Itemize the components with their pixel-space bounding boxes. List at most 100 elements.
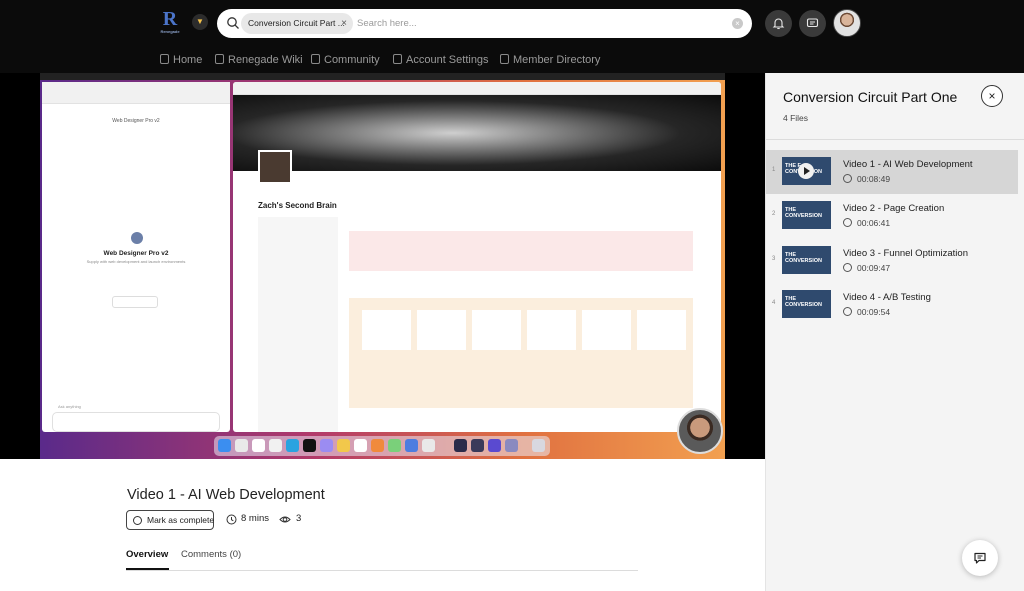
dock-chatgpt-icon xyxy=(303,439,316,452)
search-filter-chip[interactable]: Conversion Circuit Part ... × xyxy=(241,13,353,34)
notifications-button[interactable] xyxy=(765,10,792,37)
clock-icon xyxy=(843,307,852,316)
video-thumbnail: THE CONVERSION xyxy=(782,246,831,274)
playlist-item-1[interactable]: 1 THE F CONVERSION Video 1 - AI Web Deve… xyxy=(766,150,1018,194)
dock-notion-icon xyxy=(252,439,265,452)
play-icon xyxy=(798,163,814,179)
screen-app-button xyxy=(112,296,158,308)
tabs-divider xyxy=(126,570,638,571)
bell-icon xyxy=(772,18,785,30)
screen-page-avatar xyxy=(258,150,292,184)
main-nav: Home Renegade Wiki Community Account Set… xyxy=(0,46,1024,73)
lesson-duration: 8 mins xyxy=(241,513,269,524)
playlist-item-title: Video 1 - AI Web Development xyxy=(843,159,973,170)
user-avatar[interactable] xyxy=(833,9,861,37)
playlist-item-4[interactable]: 4 THE CONVERSION Video 4 - A/B Testing 0… xyxy=(766,283,1018,327)
playlist-item-title: Video 2 - Page Creation xyxy=(843,203,945,214)
dock-trash-icon xyxy=(532,439,545,452)
lesson-views-count: 3 xyxy=(296,513,302,524)
tab-overview[interactable]: Overview xyxy=(126,549,168,560)
screen-menubar xyxy=(40,73,725,80)
logo-letter: R xyxy=(162,8,178,30)
screen-app-subtitle: Supply with web development and launch e… xyxy=(86,259,186,264)
thumbnail-text: THE CONVERSION xyxy=(785,252,822,264)
screen-card xyxy=(362,310,411,350)
screen-app-input: Ask anything xyxy=(52,404,220,432)
thumbnail-text: THE CONVERSION xyxy=(785,296,822,308)
playlist-item-2[interactable]: 2 THE CONVERSION Video 2 - Page Creation… xyxy=(766,194,1018,238)
nav-item-member-directory[interactable]: Member Directory xyxy=(500,53,600,67)
clock-icon xyxy=(843,263,852,272)
clock-icon xyxy=(226,514,237,525)
playlist-item-3[interactable]: 3 THE CONVERSION Video 3 - Funnel Optimi… xyxy=(766,239,1018,283)
screen-app-input-placeholder: Ask anything xyxy=(58,404,81,409)
nav-item-renegade-wiki[interactable]: Renegade Wiki xyxy=(215,53,303,67)
screen-notion-page: Zach's Second Brain xyxy=(233,82,721,432)
dock-app-icon xyxy=(320,439,333,452)
mark-complete-button[interactable]: Mark as complete xyxy=(126,510,214,530)
playlist-panel: Conversion Circuit Part One 4 Files × 1 … xyxy=(765,73,1024,591)
dock-telegram-icon xyxy=(286,439,299,452)
panel-divider xyxy=(766,139,1024,140)
dock-app-icon xyxy=(471,439,484,452)
dock-app-icon xyxy=(422,439,435,452)
dock-app-icon xyxy=(371,439,384,452)
app-root: R Renegade ▼ Conversion Circuit Part ...… xyxy=(0,0,1024,591)
chip-remove-icon[interactable]: × xyxy=(341,13,347,34)
screen-chat-app: Web Designer Pro v2 Web Designer Pro v2 … xyxy=(42,82,230,432)
mark-complete-label: Mark as complete xyxy=(147,515,215,525)
nav-item-label: Community xyxy=(324,54,380,66)
video-player[interactable]: Web Designer Pro v2 Web Designer Pro v2 … xyxy=(0,73,765,459)
message-icon xyxy=(806,18,819,28)
search-input[interactable] xyxy=(357,15,727,32)
screen-page-sidebar xyxy=(258,217,338,432)
thumbnail-text: THE CONVERSION xyxy=(785,207,822,219)
community-icon xyxy=(311,54,320,64)
screen-browser-bar xyxy=(42,82,230,104)
clear-search-icon[interactable]: × xyxy=(732,18,743,29)
playlist-item-number: 4 xyxy=(772,300,776,306)
screen-dock xyxy=(214,436,550,456)
top-bar: R Renegade ▼ Conversion Circuit Part ...… xyxy=(0,0,1024,46)
nav-item-community[interactable]: Community xyxy=(311,53,380,67)
screen-card xyxy=(472,310,521,350)
playlist-item-title: Video 3 - Funnel Optimization xyxy=(843,248,968,259)
eye-icon xyxy=(279,516,291,523)
screen-ideas-block xyxy=(349,231,693,271)
nav-item-account-settings[interactable]: Account Settings xyxy=(393,53,489,67)
playlist-item-number: 3 xyxy=(772,256,776,262)
screen-page-title: Zach's Second Brain xyxy=(258,201,337,210)
search-bar[interactable]: Conversion Circuit Part ... × × xyxy=(217,9,752,38)
nav-item-label: Account Settings xyxy=(406,54,489,66)
video-thumbnail: THE CONVERSION xyxy=(782,290,831,318)
tab-comments[interactable]: Comments (0) xyxy=(181,549,241,560)
nav-item-label: Home xyxy=(173,54,203,66)
messages-button[interactable] xyxy=(799,10,826,37)
dock-app-icon xyxy=(505,439,518,452)
search-icon xyxy=(227,17,239,29)
close-icon: × xyxy=(988,89,996,103)
video-frame: Web Designer Pro v2 Web Designer Pro v2 … xyxy=(40,73,725,459)
dock-finder-icon xyxy=(218,439,231,452)
playlist-title: Conversion Circuit Part One xyxy=(783,89,958,105)
video-thumbnail: THE F CONVERSION xyxy=(782,157,831,185)
screen-app-header: Web Designer Pro v2 xyxy=(112,118,160,124)
chat-support-button[interactable] xyxy=(962,540,998,576)
nav-item-home[interactable]: Home xyxy=(160,53,202,67)
screen-browser-tabs xyxy=(233,82,721,95)
playlist-item-duration: 00:06:41 xyxy=(857,218,891,228)
document-icon xyxy=(215,54,224,64)
dock-notes-icon xyxy=(337,439,350,452)
workspace-switcher-chevron-icon[interactable]: ▼ xyxy=(192,14,208,30)
brand-logo[interactable]: R Renegade xyxy=(157,9,183,37)
screen-card xyxy=(527,310,576,350)
screen-card xyxy=(582,310,631,350)
dock-app-icon xyxy=(405,439,418,452)
dock-calendar-icon xyxy=(269,439,282,452)
close-panel-button[interactable]: × xyxy=(981,85,1003,107)
playlist-item-duration: 00:09:54 xyxy=(857,307,891,317)
playlist-file-count: 4 Files xyxy=(783,113,809,123)
screen-app-logo xyxy=(131,232,143,244)
screen-cover-image xyxy=(233,95,721,171)
circle-check-icon xyxy=(133,516,142,525)
